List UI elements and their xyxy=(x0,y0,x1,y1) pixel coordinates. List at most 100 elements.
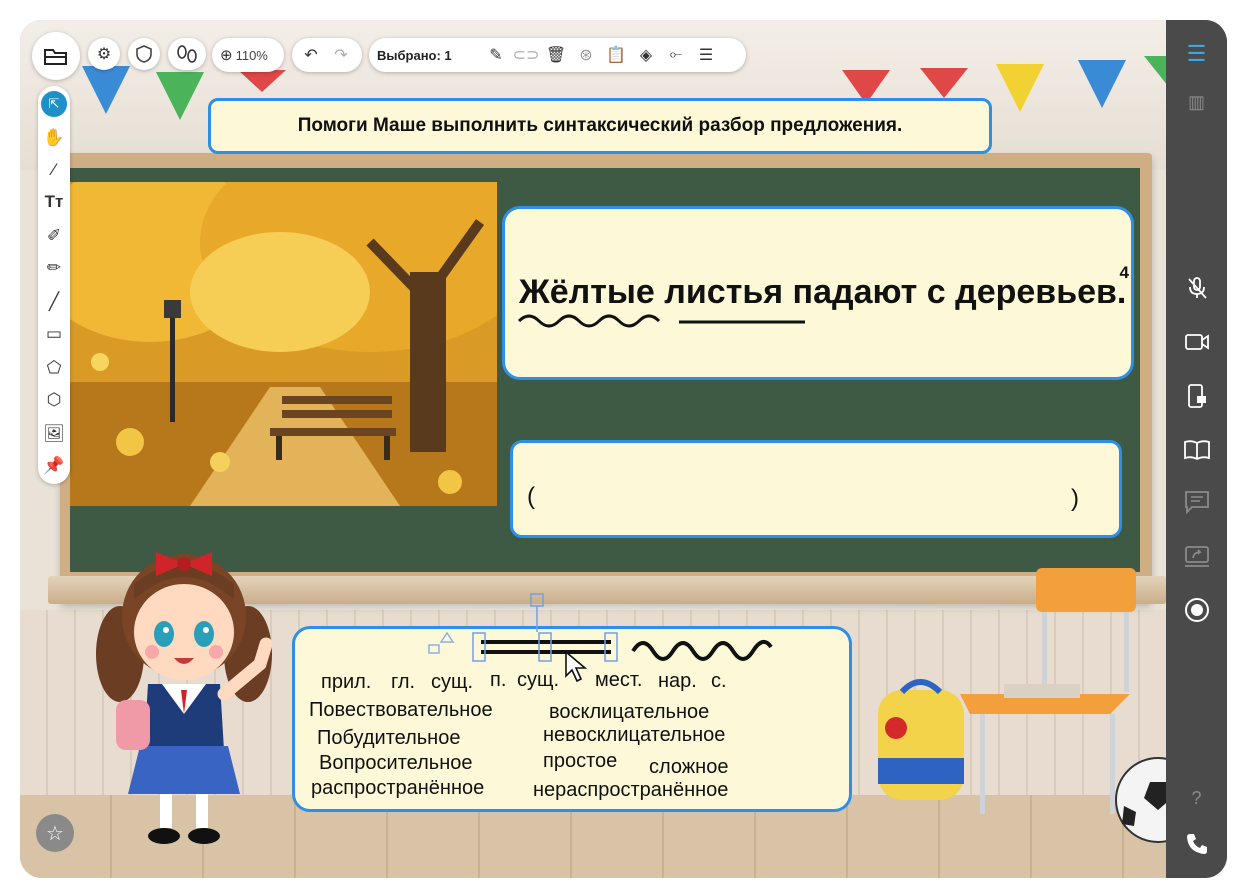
square-handle[interactable] xyxy=(428,644,440,654)
history-controls: ↶ ↷ xyxy=(292,38,362,72)
help-button[interactable]: ? xyxy=(1166,778,1227,818)
text-tool[interactable]: Tт xyxy=(38,186,70,218)
zoom-control[interactable]: ⊕ 110% xyxy=(212,38,284,72)
rectangle-icon: ▭ xyxy=(45,324,63,343)
hand-tool[interactable]: ✋ xyxy=(38,122,70,154)
mouse-cursor-icon xyxy=(565,650,588,683)
call-button[interactable] xyxy=(1166,824,1227,864)
favorite-button[interactable]: ☆ xyxy=(36,814,74,852)
marker-tool[interactable]: ✏ xyxy=(38,252,70,284)
layout-button[interactable]: ▥ xyxy=(1166,82,1227,122)
wavy-underline-mark xyxy=(517,314,661,328)
folder-icon xyxy=(44,49,67,65)
record-button[interactable] xyxy=(1166,590,1227,630)
bank-word-simple[interactable]: простое xyxy=(543,750,617,773)
clipboard-icon: 📋 xyxy=(606,47,626,64)
library-button[interactable] xyxy=(1166,430,1227,470)
task-title[interactable]: Помоги Маше выполнить синтаксический раз… xyxy=(208,98,992,154)
delete-button[interactable]: 🗑 xyxy=(541,40,571,70)
layers-button[interactable]: ◈ xyxy=(631,40,661,70)
image-tool[interactable]: 🖼 xyxy=(38,418,70,450)
bank-part-adjective[interactable]: прил. xyxy=(321,671,371,694)
pin-tool[interactable]: 📌 xyxy=(38,450,70,482)
bank-word-non-exclamatory[interactable]: невосклицательное xyxy=(543,724,725,747)
layers-icon: ◈ xyxy=(639,47,653,64)
bank-part-adverb[interactable]: нар. xyxy=(658,670,697,693)
subject-word: Жёлтые xyxy=(519,273,655,311)
group-button[interactable]: ⊛ xyxy=(571,40,601,70)
answer-field[interactable]: ( ) xyxy=(510,440,1122,538)
record-icon xyxy=(1184,598,1209,622)
bank-part-pronoun[interactable]: мест. xyxy=(595,669,642,692)
clipboard-button[interactable]: 📋 xyxy=(601,40,631,70)
girl-character[interactable] xyxy=(84,524,284,854)
zoom-in-icon: ⊕ xyxy=(220,47,233,64)
help-icon: ? xyxy=(1191,787,1202,808)
bank-word-complex[interactable]: сложное xyxy=(649,756,728,779)
whiteboard-canvas[interactable]: Помоги Маше выполнить синтаксический раз… xyxy=(20,20,1166,878)
open-file-button[interactable] xyxy=(32,32,80,80)
autumn-park-image[interactable] xyxy=(70,182,497,506)
select-tool[interactable]: ⇱ xyxy=(38,88,70,120)
camera-button[interactable] xyxy=(1166,322,1227,362)
soccer-ball-illustration xyxy=(1115,757,1166,843)
bank-word-non-extended[interactable]: нераспространённое xyxy=(533,779,728,802)
app-window: Помоги Маше выполнить синтаксический раз… xyxy=(20,20,1227,878)
wavy-line-mark[interactable] xyxy=(631,639,773,661)
polygon-tool[interactable]: ⬠ xyxy=(38,352,70,384)
link-button[interactable]: ⊂⊃ xyxy=(511,40,541,70)
bank-part-noun-2[interactable]: сущ. xyxy=(517,669,559,692)
gear-icon: ⚙ xyxy=(96,46,112,63)
bank-word-exclamatory[interactable]: восклицательное xyxy=(549,701,709,724)
bank-word-narrative[interactable]: Повествовательное xyxy=(309,699,493,722)
rotate-handle[interactable] xyxy=(528,592,548,632)
undo-button[interactable]: ↶ xyxy=(296,40,326,70)
sentence-text: Жёлтые листья падают с деревьев. xyxy=(519,273,1126,312)
group-icon: ⊛ xyxy=(579,47,593,64)
chat-button[interactable] xyxy=(1166,482,1227,522)
settings-button[interactable]: ⚙ xyxy=(88,38,120,70)
selection-toolbar: Выбрано: 1 ✎ ⊂⊃ 🗑 ⊛ 📋 ◈ ⟜ ☰ xyxy=(369,38,746,72)
line-icon: ╱ xyxy=(48,292,60,311)
redo-button[interactable]: ↷ xyxy=(326,40,356,70)
bank-word-imperative[interactable]: Побудительное xyxy=(317,727,460,750)
book-icon xyxy=(1183,440,1210,461)
shield-icon xyxy=(136,45,152,63)
task-title-text: Помоги Маше выполнить синтаксический раз… xyxy=(297,115,903,136)
screen-share-button[interactable] xyxy=(1166,536,1227,576)
text-icon: Tт xyxy=(44,192,64,211)
microphone-button[interactable] xyxy=(1166,268,1227,308)
protection-button[interactable] xyxy=(128,38,160,70)
connector-button[interactable]: ⟜ xyxy=(661,40,691,70)
bank-part-sentence[interactable]: с. xyxy=(711,670,727,693)
bank-part-verb[interactable]: гл. xyxy=(391,671,415,694)
bunting-flag xyxy=(156,72,204,120)
triangle-handle[interactable] xyxy=(439,631,455,643)
resize-handle-left[interactable] xyxy=(472,632,486,662)
trash-icon: 🗑 xyxy=(545,47,567,64)
eyedropper-button[interactable]: ✎ xyxy=(481,40,511,70)
bank-word-interrogative[interactable]: Вопросительное xyxy=(319,752,473,775)
resize-handle-center[interactable] xyxy=(538,632,552,662)
select-icon: ⇱ xyxy=(41,91,67,117)
sentence-superscript: 4 xyxy=(1119,263,1129,282)
bank-part-preposition[interactable]: п. xyxy=(490,669,506,692)
word-leaves: листья xyxy=(664,273,784,311)
bank-word-extended[interactable]: распространённое xyxy=(311,777,484,800)
autumn-park-illustration xyxy=(70,182,497,506)
rectangle-tool[interactable]: ▭ xyxy=(38,318,70,350)
line-tool[interactable]: ╱ xyxy=(38,286,70,318)
brush-tool[interactable]: ✐ xyxy=(38,220,70,252)
open-parenthesis: ( xyxy=(527,483,535,510)
3d-shape-tool[interactable]: ⬡ xyxy=(38,384,70,416)
marker-icon: ✏ xyxy=(46,258,62,277)
bank-part-noun[interactable]: сущ. xyxy=(431,671,473,694)
tracks-button[interactable] xyxy=(168,38,206,70)
device-lock-button[interactable] xyxy=(1166,376,1227,416)
word-yellow: Жёлтые xyxy=(519,273,655,311)
menu-button[interactable]: ☰ xyxy=(1166,34,1227,74)
properties-button[interactable]: ☰ xyxy=(691,40,721,70)
resize-handle-right[interactable] xyxy=(604,632,618,662)
sentence-card[interactable]: Жёлтые листья падают с деревьев. 4 xyxy=(502,206,1134,380)
pen-tool[interactable]: ⁄ xyxy=(38,154,70,186)
